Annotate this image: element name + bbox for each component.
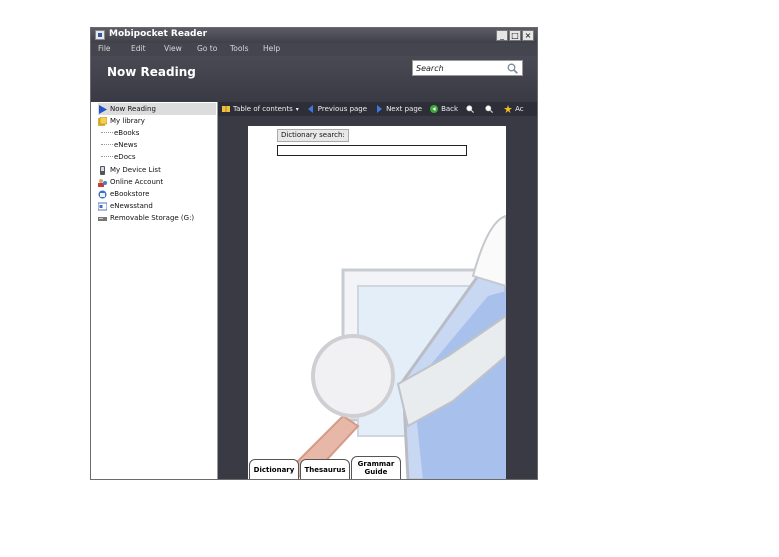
- annotation-label: Ac: [515, 105, 524, 113]
- close-button[interactable]: ×: [522, 30, 534, 41]
- store-icon: [98, 190, 107, 198]
- device-icon: [100, 165, 105, 175]
- arrow-right-icon: [377, 105, 383, 113]
- sidebar-item-now-reading[interactable]: Now Reading: [98, 103, 216, 115]
- sidebar-item-online-account[interactable]: Online Account: [98, 176, 163, 188]
- account-icon: [98, 178, 107, 187]
- star-icon: [504, 105, 513, 113]
- search-box[interactable]: [412, 60, 523, 76]
- tab-thesaurus[interactable]: Thesaurus: [300, 459, 350, 479]
- sidebar-item-label: eDocs: [114, 153, 136, 161]
- search-input[interactable]: [416, 62, 504, 74]
- sidebar-item-my-library[interactable]: My library: [98, 115, 145, 127]
- tree-connector: [101, 144, 113, 146]
- page-title: Now Reading: [107, 65, 196, 79]
- reading-area: Dictionary search: Dictionary Thesaurus …: [218, 116, 537, 479]
- title-bar[interactable]: Mobipocket Reader _ □ ×: [91, 28, 537, 43]
- sidebar-item-label: My Device List: [110, 166, 161, 174]
- tree-connector: [101, 156, 113, 158]
- sidebar-item-edocs[interactable]: eDocs: [101, 151, 135, 163]
- tab-grammar-guide[interactable]: Grammar Guide: [351, 456, 401, 479]
- menu-edit[interactable]: Edit: [124, 43, 157, 56]
- sidebar-item-label: Now Reading: [110, 105, 156, 113]
- search-icon[interactable]: [507, 63, 518, 74]
- reference-tabs: Dictionary Thesaurus Grammar Guide: [248, 456, 506, 479]
- app-window: Mobipocket Reader _ □ × File Edit View G…: [90, 27, 538, 480]
- minimize-button[interactable]: _: [496, 30, 508, 41]
- chevron-down-icon: ▾: [295, 105, 299, 113]
- back-icon: [430, 105, 439, 113]
- dictionary-search-input[interactable]: [277, 145, 467, 156]
- menu-goto[interactable]: Go to: [190, 43, 223, 56]
- dictionary-search-label: Dictionary search:: [277, 129, 349, 142]
- book-page[interactable]: Dictionary search: Dictionary Thesaurus …: [248, 126, 506, 479]
- sidebar-item-label: Removable Storage (G:): [110, 214, 195, 222]
- sidebar-item-my-device-list[interactable]: My Device List: [98, 164, 161, 176]
- zoom-out-icon: [485, 105, 494, 113]
- tab-dictionary[interactable]: Dictionary: [249, 459, 299, 479]
- tree-connector: [101, 132, 113, 134]
- drive-icon: [98, 216, 107, 221]
- book-icon: [222, 106, 230, 112]
- back-button[interactable]: Back: [430, 105, 458, 113]
- sidebar-item-ebookstore[interactable]: eBookstore: [98, 188, 149, 200]
- maximize-button[interactable]: □: [509, 30, 521, 41]
- menu-file[interactable]: File: [91, 43, 124, 56]
- menu-bar: File Edit View Go to Tools Help: [91, 43, 537, 56]
- table-of-contents-button[interactable]: Table of contents ▾: [222, 105, 299, 113]
- sidebar-item-enewsstand[interactable]: eNewsstand: [98, 200, 153, 212]
- dictionary-illustration: [286, 214, 506, 479]
- sidebar-item-label: eNews: [114, 141, 138, 149]
- reader-toolbar: Table of contents ▾ Previous page Next p…: [218, 102, 537, 116]
- arrow-left-icon: [307, 105, 313, 113]
- sidebar-item-enews[interactable]: eNews: [101, 139, 137, 151]
- app-icon: [95, 30, 105, 40]
- window-title: Mobipocket Reader: [109, 29, 208, 39]
- sidebar-item-label: My library: [110, 117, 145, 125]
- sidebar-item-label: eBookstore: [110, 190, 150, 198]
- sidebar-item-removable-storage[interactable]: Removable Storage (G:): [98, 212, 194, 224]
- zoom-out-button[interactable]: [485, 105, 496, 113]
- next-page-label: Next page: [386, 105, 423, 113]
- back-label: Back: [441, 105, 459, 113]
- sidebar: Now Reading My library eBooks eNews eDoc…: [91, 102, 218, 479]
- menu-tools[interactable]: Tools: [223, 43, 256, 56]
- newsstand-icon: [98, 202, 107, 210]
- previous-page-label: Previous page: [317, 105, 368, 113]
- previous-page-button[interactable]: Previous page: [307, 105, 367, 113]
- sidebar-item-label: eNewsstand: [110, 202, 153, 210]
- sidebar-item-ebooks[interactable]: eBooks: [101, 127, 139, 139]
- annotation-button[interactable]: Ac: [504, 105, 524, 113]
- play-icon: [99, 104, 107, 114]
- library-icon: [98, 116, 107, 126]
- toc-label: Table of contents: [233, 105, 293, 113]
- sidebar-item-label: Online Account: [110, 178, 164, 186]
- zoom-in-button[interactable]: [466, 105, 477, 113]
- menu-help[interactable]: Help: [256, 43, 289, 56]
- header: Now Reading: [91, 56, 537, 102]
- zoom-in-icon: [466, 105, 475, 113]
- menu-view[interactable]: View: [157, 43, 190, 56]
- next-page-button[interactable]: Next page: [375, 105, 422, 113]
- sidebar-item-label: eBooks: [114, 129, 140, 137]
